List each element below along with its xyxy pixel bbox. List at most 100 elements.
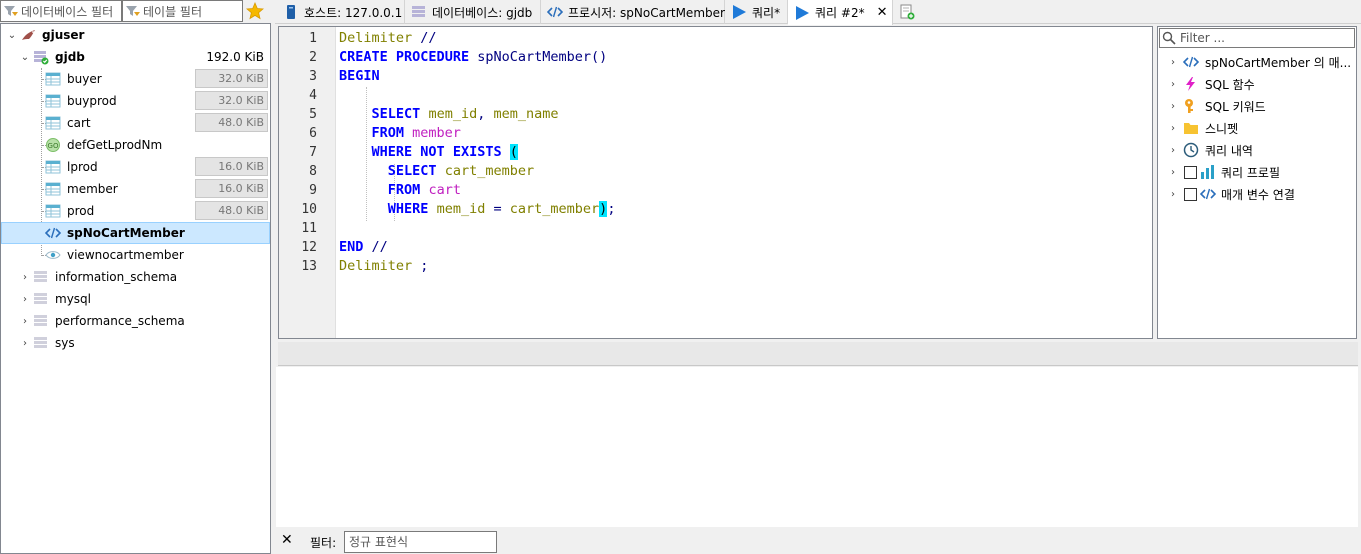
helper-item-query-history[interactable]: › 쿼리 내역 (1158, 139, 1356, 161)
chevron-right-icon[interactable]: › (1168, 167, 1178, 178)
tree-item-label: prod (67, 204, 95, 218)
line-number: 10 (301, 202, 317, 217)
view-eye-icon (45, 251, 61, 259)
tree-item-spnocartmember[interactable]: spNoCartMember (1, 222, 270, 244)
chevron-right-icon[interactable]: › (20, 316, 30, 327)
table-size-bar: 48.0 KiB (195, 113, 268, 132)
helper-item-label: SQL 함수 (1205, 77, 1255, 92)
chevron-right-icon[interactable]: › (20, 294, 30, 305)
tree-item-buyprod[interactable]: buyprod 32.0 KiB (1, 90, 270, 112)
table-size-bar: 32.0 KiB (195, 91, 268, 110)
close-icon[interactable]: ✕ (281, 532, 293, 548)
helper-item-sql-functions[interactable]: › SQL 함수 (1158, 73, 1356, 95)
star-icon[interactable] (246, 2, 264, 20)
helper-filter-input[interactable]: Filter ... (1159, 28, 1355, 48)
close-tab-icon[interactable]: ✕ (877, 5, 888, 20)
procedure-icon (1183, 56, 1199, 68)
tree-database-information-schema[interactable]: › information_schema (1, 266, 270, 288)
tab-database[interactable]: 데이터베이스: gjdb (405, 0, 541, 24)
line-number: 8 (309, 164, 317, 179)
tab-procedure[interactable]: 프로시저: spNoCartMember (541, 0, 725, 24)
session-label: gjuser (42, 28, 85, 42)
line-number: 2 (309, 50, 317, 65)
lightning-icon (1186, 77, 1195, 91)
line-number-gutter: 1 2 3 4 5 6 7 8 9 10 11 12 13 (279, 27, 336, 338)
line-number: 13 (301, 259, 317, 274)
tree-item-cart[interactable]: cart 48.0 KiB (1, 112, 270, 134)
chevron-right-icon[interactable]: › (1168, 101, 1178, 112)
editor-results-splitter[interactable] (278, 342, 1358, 366)
tree-item-defgetlprodnm[interactable]: GO defGetLprodNm (1, 134, 270, 156)
search-icon (1162, 31, 1176, 45)
tree-session-gjuser[interactable]: ⌄ gjuser (1, 24, 270, 46)
regex-filter-input[interactable]: 정규 표현식 (344, 531, 497, 553)
chevron-right-icon[interactable]: › (1168, 189, 1178, 200)
helper-item-procedure-params[interactable]: › spNoCartMember 의 매... (1158, 51, 1356, 73)
tree-database-performance-schema[interactable]: › performance_schema (1, 310, 270, 332)
helper-item-query-profile[interactable]: › 쿼리 프로필 (1158, 161, 1356, 183)
tab-query-2[interactable]: 쿼리 #2* ✕ (788, 0, 893, 25)
chevron-down-icon[interactable]: ⌄ (7, 30, 17, 41)
helper-item-label: SQL 키워드 (1205, 99, 1266, 114)
tree-database-gjdb[interactable]: ⌄ gjdb 192.0 KiB (1, 46, 270, 68)
database-icon (412, 6, 425, 17)
database-filter-input[interactable]: 데이터베이스 필터 (0, 0, 122, 22)
table-size-bar: 48.0 KiB (195, 201, 268, 220)
tree-database-sys[interactable]: › sys (1, 332, 270, 354)
new-query-tab-icon[interactable] (899, 4, 915, 20)
tree-item-prod[interactable]: prod 48.0 KiB (1, 200, 270, 222)
table-icon (45, 204, 61, 218)
sql-editor[interactable]: 1 2 3 4 5 6 7 8 9 10 11 12 13 Delimiter … (278, 26, 1153, 339)
tree-item-viewnocartmember[interactable]: viewnocartmember (1, 244, 270, 266)
line-number: 11 (301, 221, 317, 236)
procedure-icon (1200, 188, 1216, 200)
bind-parameters-checkbox[interactable] (1184, 188, 1197, 201)
database-label: information_schema (55, 270, 178, 284)
helper-item-sql-keywords[interactable]: › SQL 키워드 (1158, 95, 1356, 117)
tree-database-mysql[interactable]: › mysql (1, 288, 270, 310)
helper-item-label: 매개 변수 연결 (1221, 187, 1295, 202)
chevron-right-icon[interactable]: › (1168, 79, 1178, 90)
tab-label: 호스트: 127.0.0.1 (304, 5, 403, 20)
line-number: 4 (309, 88, 317, 103)
tree-item-label: spNoCartMember (67, 226, 185, 240)
database-tree: ⌄ gjuser ⌄ gjdb 192.0 KiB buyer 32.0 KiB… (0, 23, 271, 554)
tree-item-lprod[interactable]: lprod 16.0 KiB (1, 156, 270, 178)
procedure-icon (547, 6, 563, 18)
chevron-right-icon[interactable]: › (20, 338, 30, 349)
results-grid (276, 367, 1358, 527)
tree-item-member[interactable]: member 16.0 KiB (1, 178, 270, 200)
table-size-bar: 16.0 KiB (195, 179, 268, 198)
play-icon (733, 5, 746, 19)
code-line: Delimiter // (339, 30, 437, 46)
table-filter-input[interactable]: 테이블 필터 (122, 0, 243, 22)
tab-query-1[interactable]: 쿼리* (725, 0, 788, 24)
tree-item-label: lprod (67, 160, 98, 174)
svg-text:GO: GO (48, 142, 59, 150)
line-number: 1 (309, 31, 317, 46)
tree-item-label: defGetLprodNm (67, 138, 163, 152)
tab-label: 데이터베이스: gjdb (432, 5, 533, 20)
tree-item-buyer[interactable]: buyer 32.0 KiB (1, 68, 270, 90)
chevron-right-icon[interactable]: › (1168, 145, 1178, 156)
query-profile-checkbox[interactable] (1184, 166, 1197, 179)
filter-icon (4, 6, 18, 16)
helper-item-label: 쿼리 내역 (1205, 143, 1253, 158)
tab-host[interactable]: 호스트: 127.0.0.1 (277, 0, 405, 24)
chevron-right-icon[interactable]: › (1168, 57, 1178, 68)
table-size: 16.0 KiB (218, 160, 264, 173)
procedure-icon (45, 227, 61, 239)
code-area[interactable]: Delimiter // CREATE PROCEDURE spNoCartMe… (339, 27, 1152, 338)
code-line: SELECT mem_id, mem_name (371, 106, 559, 122)
table-icon (45, 72, 61, 86)
chevron-down-icon[interactable]: ⌄ (20, 52, 30, 63)
database-label: mysql (55, 292, 91, 306)
server-icon (287, 5, 295, 19)
chevron-right-icon[interactable]: › (20, 272, 30, 283)
tab-label: 쿼리* (752, 5, 781, 20)
chevron-right-icon[interactable]: › (1168, 123, 1178, 134)
table-icon (45, 116, 61, 130)
regex-filter-placeholder: 정규 표현식 (349, 535, 409, 549)
helper-item-bind-parameters[interactable]: › 매개 변수 연결 (1158, 183, 1356, 205)
helper-item-snippets[interactable]: › 스니펫 (1158, 117, 1356, 139)
